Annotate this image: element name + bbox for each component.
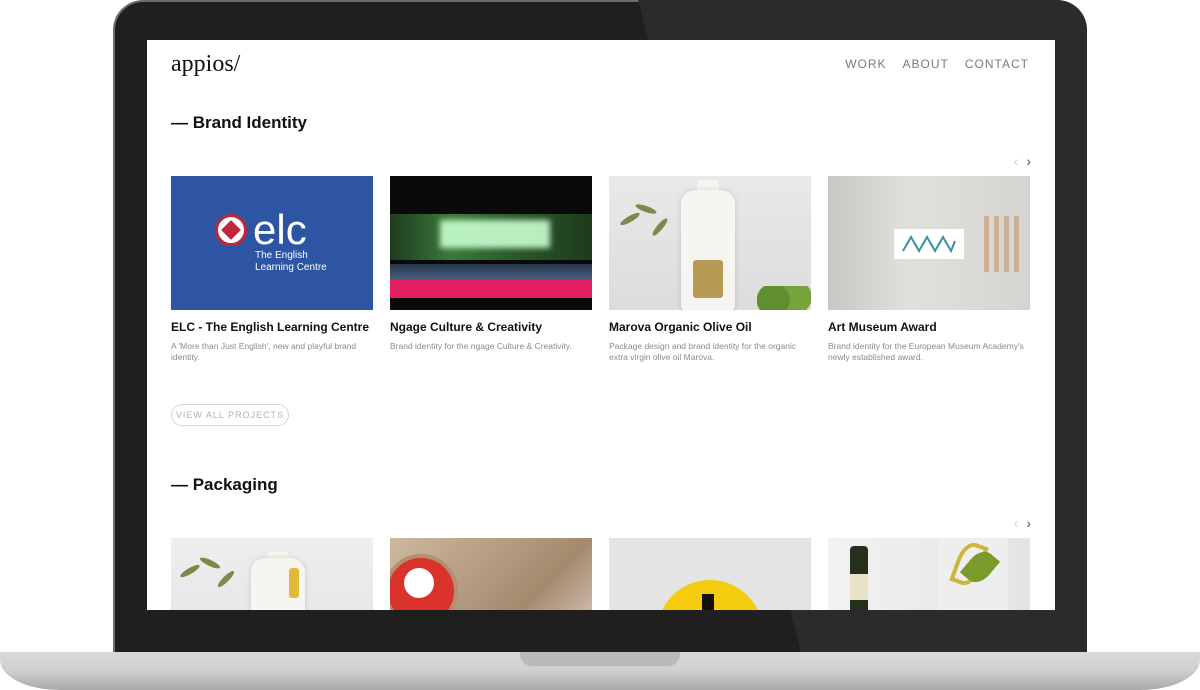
- elc-tagline: The English Learning Centre: [255, 250, 327, 273]
- glitch-band-blue: [390, 264, 592, 280]
- elc-wordmark: elc: [253, 206, 307, 253]
- project-thumbnail-art-museum[interactable]: [828, 176, 1030, 310]
- project-thumbnail-elc[interactable]: elc The English Learning Centre: [171, 176, 373, 310]
- bottle-label: [850, 574, 868, 600]
- rose-emblem-icon: [215, 214, 247, 246]
- zigzag-logo-icon: [902, 235, 956, 253]
- nav-link-contact[interactable]: CONTACT: [965, 57, 1029, 71]
- project-title[interactable]: Art Museum Award: [828, 320, 1030, 334]
- project-card-art-museum[interactable]: Art Museum Award Brand identity for the …: [828, 176, 1030, 363]
- site-logo[interactable]: appios/: [171, 51, 240, 78]
- project-thumbnail-ngage[interactable]: [390, 176, 592, 310]
- main-nav: WORK ABOUT CONTACT: [845, 57, 1029, 71]
- packaging-cards: [171, 538, 1030, 610]
- packaging-thumbnail[interactable]: [609, 538, 811, 610]
- glitch-glow: [440, 220, 550, 248]
- packaging-thumbnail[interactable]: [171, 538, 373, 610]
- glitch-band-pink: [390, 280, 592, 298]
- project-card-elc[interactable]: elc The English Learning Centre ELC - Th…: [171, 176, 373, 363]
- packaging-card[interactable]: [390, 538, 592, 610]
- brand-identity-carousel-controls: ‹ ›: [1014, 154, 1031, 168]
- project-card-ngage[interactable]: Ngage Culture & Creativity Brand identit…: [390, 176, 592, 363]
- herbs-decoration: [757, 286, 811, 310]
- packaging-card[interactable]: [609, 538, 811, 610]
- project-title[interactable]: ELC - The English Learning Centre: [171, 320, 373, 334]
- chevron-right-icon[interactable]: ›: [1026, 516, 1031, 530]
- olive-leaf-icon: [618, 210, 642, 228]
- chevron-right-icon[interactable]: ›: [1026, 154, 1031, 168]
- project-description: A 'More than Just English', new and play…: [171, 341, 357, 362]
- view-all-projects-button[interactable]: VIEW ALL PROJECTS: [171, 404, 289, 426]
- packaging-thumbnail[interactable]: [390, 538, 592, 610]
- packaging-card[interactable]: [171, 538, 373, 610]
- packaging-carousel-controls: ‹ ›: [1014, 516, 1031, 530]
- project-description: Brand identity for the European Museum A…: [828, 341, 1024, 362]
- project-description: Brand identity for the ngage Culture & C…: [390, 341, 572, 351]
- chevron-left-icon[interactable]: ‹: [1014, 516, 1019, 530]
- bottle-label: [693, 260, 723, 298]
- laptop-notch: [520, 652, 680, 666]
- olive-leaf-icon: [650, 216, 670, 238]
- project-title[interactable]: Marova Organic Olive Oil: [609, 320, 811, 334]
- section-title-packaging: — Packaging: [171, 475, 278, 494]
- logo-mark-icon: [702, 594, 714, 610]
- gallery-artworks: [984, 216, 1024, 272]
- nav-link-about[interactable]: ABOUT: [903, 57, 949, 71]
- project-title[interactable]: Ngage Culture & Creativity: [390, 320, 592, 334]
- bottle-label: [289, 568, 299, 598]
- brand-identity-cards: elc The English Learning Centre ELC - Th…: [171, 176, 1030, 363]
- section-title-brand-identity: — Brand Identity: [171, 113, 308, 132]
- olive-leaf-icon: [216, 569, 236, 589]
- project-card-marova[interactable]: Marova Organic Olive Oil Package design …: [609, 176, 811, 363]
- chevron-left-icon[interactable]: ‹: [1014, 154, 1019, 168]
- project-thumbnail-marova[interactable]: [609, 176, 811, 310]
- award-logo: [894, 229, 964, 259]
- olive-leaf-icon: [198, 555, 222, 571]
- website-screen: appios/ WORK ABOUT CONTACT — Brand Ident…: [147, 40, 1055, 610]
- mascot-face-icon: [404, 568, 434, 598]
- olive-leaf-icon: [178, 562, 202, 580]
- project-description: Package design and brand identity for th…: [609, 341, 797, 362]
- packaging-card[interactable]: [828, 538, 1030, 610]
- nav-link-work[interactable]: WORK: [845, 57, 886, 71]
- packaging-thumbnail[interactable]: [828, 538, 1030, 610]
